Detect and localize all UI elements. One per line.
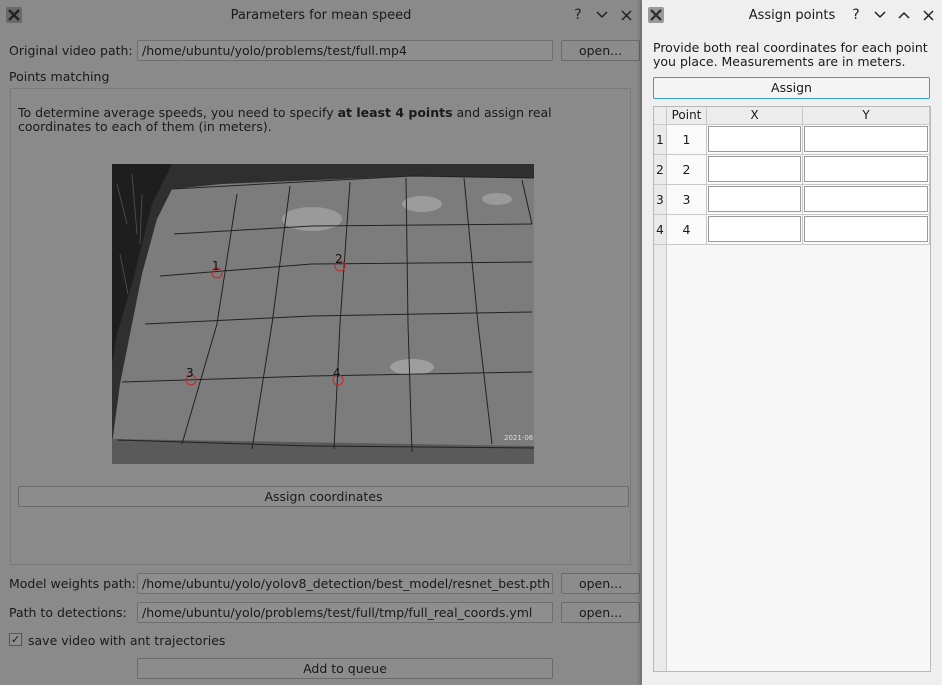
point-cell: 3 [667,185,707,215]
x-coordinate-input[interactable] [708,216,801,242]
x-coordinate-input[interactable] [708,126,801,152]
y-coordinate-input[interactable] [804,156,928,182]
points-matching-label: Points matching [9,69,110,84]
minimize-icon[interactable] [870,6,890,24]
video-path-field[interactable]: /home/ubuntu/yolo/problems/test/full.mp4 [137,40,553,61]
row-header[interactable]: 4 [654,215,666,245]
close-icon[interactable] [918,6,938,24]
help-icon[interactable]: ? [568,6,588,24]
y-cell [803,125,930,155]
row-header[interactable]: 3 [654,185,666,215]
preview-timestamp: 2021-06 [504,434,534,442]
parameters-window: Parameters for mean speed ? Original vid… [0,0,642,685]
x-cell [707,155,803,185]
main-titlebar: Parameters for mean speed ? [0,0,642,30]
column-header-point[interactable]: Point [667,107,707,125]
maximize-icon[interactable] [894,6,914,24]
assign-coordinates-button[interactable]: Assign coordinates [18,486,629,507]
add-to-queue-button[interactable]: Add to queue [137,658,553,679]
x-cell [707,185,803,215]
assign-button[interactable]: Assign [653,77,930,99]
x-cell [707,125,803,155]
preview-point-label-4: 4 [333,366,341,380]
y-coordinate-input[interactable] [804,216,928,242]
table-corner [654,107,667,125]
coordinates-table: Point X Y 1 1 2 2 3 3 4 4 [653,106,931,672]
weights-path-label: Model weights path: [9,576,136,591]
points-info-text: To determine average speeds, you need to… [18,105,552,134]
weights-path-field[interactable]: /home/ubuntu/yolo/yolov8_detection/best_… [137,573,553,594]
x-cell [707,215,803,245]
preview-point-label-3: 3 [186,366,194,380]
y-coordinate-input[interactable] [804,186,928,212]
app-icon [648,7,664,23]
preview-point-label-2: 2 [335,252,343,266]
assign-points-dialog: Assign points ? Provide both real coordi… [642,0,942,685]
point-cell: 1 [667,125,707,155]
detections-path-field[interactable]: /home/ubuntu/yolo/problems/test/full/tmp… [137,602,553,623]
open-video-button[interactable]: open... [561,40,640,61]
x-coordinate-input[interactable] [708,156,801,182]
help-icon[interactable]: ? [846,6,866,24]
video-preview[interactable]: 1 2 3 4 2021-06 [112,164,534,464]
y-cell [803,215,930,245]
row-header[interactable]: 1 [654,125,666,155]
y-coordinate-input[interactable] [804,126,928,152]
column-header-x[interactable]: X [707,107,803,125]
row-header[interactable]: 2 [654,155,666,185]
preview-point-label-1: 1 [212,259,220,273]
dialog-titlebar: Assign points ? [642,0,942,30]
minimize-icon[interactable] [592,6,612,24]
column-header-y[interactable]: Y [803,107,930,125]
point-cell: 4 [667,215,707,245]
open-detections-button[interactable]: open... [561,602,640,623]
dialog-instructions: Provide both real coordinates for each p… [653,40,928,69]
open-weights-button[interactable]: open... [561,573,640,594]
close-icon[interactable] [616,6,636,24]
main-window-title: Parameters for mean speed [230,8,412,23]
y-cell [803,185,930,215]
save-video-checkbox[interactable]: ✓ [9,633,22,646]
detections-path-label: Path to detections: [9,605,127,620]
point-cell: 2 [667,155,707,185]
video-path-label: Original video path: [9,43,133,58]
x-coordinate-input[interactable] [708,186,801,212]
save-video-label: save video with ant trajectories [28,633,226,648]
y-cell [803,155,930,185]
